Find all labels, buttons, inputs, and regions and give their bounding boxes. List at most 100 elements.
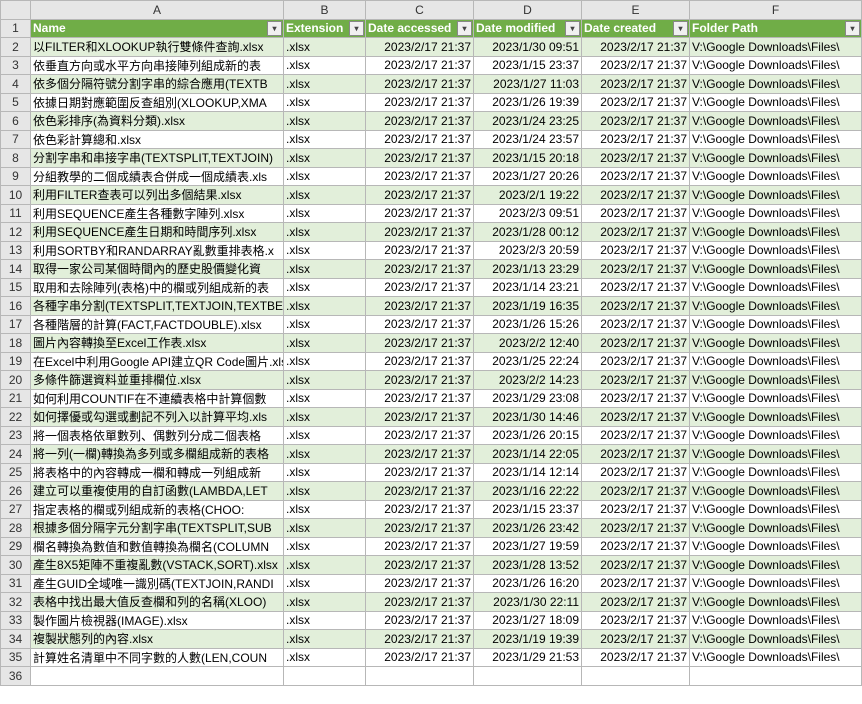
cell[interactable]: 2023/2/17 21:37 bbox=[582, 445, 690, 464]
cell[interactable]: .xlsx bbox=[284, 56, 366, 75]
cell[interactable]: 2023/2/17 21:37 bbox=[366, 278, 474, 297]
cell[interactable]: V:\Google Downloads\Files\ bbox=[690, 574, 862, 593]
row-header-9[interactable]: 9 bbox=[1, 167, 31, 186]
row-header-4[interactable]: 4 bbox=[1, 75, 31, 94]
cell[interactable]: 2023/2/17 21:37 bbox=[366, 426, 474, 445]
column-header-B[interactable]: B bbox=[284, 1, 366, 20]
cell[interactable]: 2023/1/26 23:42 bbox=[474, 519, 582, 538]
cell[interactable]: .xlsx bbox=[284, 75, 366, 94]
filter-dropdown-icon[interactable]: ▾ bbox=[267, 21, 282, 36]
filter-dropdown-icon[interactable]: ▾ bbox=[349, 21, 364, 36]
cell[interactable]: 2023/1/30 09:51 bbox=[474, 38, 582, 57]
cell[interactable]: .xlsx bbox=[284, 611, 366, 630]
cell[interactable]: 2023/2/17 21:37 bbox=[366, 112, 474, 131]
cell[interactable]: V:\Google Downloads\Files\ bbox=[690, 519, 862, 538]
cell[interactable]: 2023/2/17 21:37 bbox=[366, 149, 474, 168]
cell[interactable]: V:\Google Downloads\Files\ bbox=[690, 315, 862, 334]
cell[interactable]: V:\Google Downloads\Files\ bbox=[690, 241, 862, 260]
cell[interactable]: 建立可以重複使用的自訂函數(LAMBDA,LET bbox=[31, 482, 284, 501]
cell[interactable]: 2023/2/17 21:37 bbox=[582, 315, 690, 334]
cell[interactable]: 各種字串分割(TEXTSPLIT,TEXTJOIN,TEXTBE bbox=[31, 297, 284, 316]
cell[interactable]: 2023/2/17 21:37 bbox=[366, 130, 474, 149]
cell[interactable]: 2023/1/27 19:59 bbox=[474, 537, 582, 556]
filter-dropdown-icon[interactable]: ▾ bbox=[565, 21, 580, 36]
cell[interactable]: V:\Google Downloads\Files\ bbox=[690, 537, 862, 556]
cell[interactable]: .xlsx bbox=[284, 352, 366, 371]
cell[interactable]: V:\Google Downloads\Files\ bbox=[690, 223, 862, 242]
cell[interactable]: 2023/1/13 23:29 bbox=[474, 260, 582, 279]
cell[interactable]: 2023/2/17 21:37 bbox=[366, 556, 474, 575]
cell[interactable]: 2023/2/17 21:37 bbox=[582, 334, 690, 353]
cell[interactable]: .xlsx bbox=[284, 334, 366, 353]
cell[interactable]: .xlsx bbox=[284, 426, 366, 445]
table-header-extension[interactable]: Extension▾ bbox=[284, 19, 366, 38]
cell[interactable]: 2023/2/17 21:37 bbox=[582, 278, 690, 297]
cell[interactable]: V:\Google Downloads\Files\ bbox=[690, 75, 862, 94]
select-all-corner[interactable] bbox=[1, 1, 31, 20]
cell[interactable]: .xlsx bbox=[284, 38, 366, 57]
cell[interactable]: V:\Google Downloads\Files\ bbox=[690, 352, 862, 371]
cell[interactable]: 2023/2/17 21:37 bbox=[366, 334, 474, 353]
cell[interactable]: .xlsx bbox=[284, 574, 366, 593]
cell[interactable]: 2023/1/26 16:20 bbox=[474, 574, 582, 593]
cell[interactable]: 2023/2/17 21:37 bbox=[582, 593, 690, 612]
cell[interactable]: 產生8X5矩陣不重複亂數(VSTACK,SORT).xlsx bbox=[31, 556, 284, 575]
row-header-28[interactable]: 28 bbox=[1, 519, 31, 538]
cell[interactable]: 2023/2/17 21:37 bbox=[582, 112, 690, 131]
row-header-18[interactable]: 18 bbox=[1, 334, 31, 353]
cell[interactable]: V:\Google Downloads\Files\ bbox=[690, 482, 862, 501]
cell[interactable]: 2023/2/17 21:37 bbox=[366, 352, 474, 371]
cell[interactable]: .xlsx bbox=[284, 278, 366, 297]
cell[interactable]: .xlsx bbox=[284, 112, 366, 131]
row-header-3[interactable]: 3 bbox=[1, 56, 31, 75]
cell[interactable]: 2023/1/15 23:37 bbox=[474, 500, 582, 519]
column-header-E[interactable]: E bbox=[582, 1, 690, 20]
cell[interactable]: 2023/1/19 16:35 bbox=[474, 297, 582, 316]
cell[interactable]: .xlsx bbox=[284, 167, 366, 186]
cell[interactable]: 2023/2/17 21:37 bbox=[366, 241, 474, 260]
cell[interactable]: .xlsx bbox=[284, 371, 366, 390]
empty-cell[interactable] bbox=[31, 667, 284, 686]
cell[interactable]: 依據日期對應範圍反查組別(XLOOKUP,XMA bbox=[31, 93, 284, 112]
cell[interactable]: 2023/1/28 13:52 bbox=[474, 556, 582, 575]
row-header-15[interactable]: 15 bbox=[1, 278, 31, 297]
cell[interactable]: .xlsx bbox=[284, 186, 366, 205]
row-header-5[interactable]: 5 bbox=[1, 93, 31, 112]
cell[interactable]: V:\Google Downloads\Files\ bbox=[690, 56, 862, 75]
cell[interactable]: V:\Google Downloads\Files\ bbox=[690, 389, 862, 408]
cell[interactable]: .xlsx bbox=[284, 648, 366, 667]
cell[interactable]: 製作圖片檢視器(IMAGE).xlsx bbox=[31, 611, 284, 630]
row-header-27[interactable]: 27 bbox=[1, 500, 31, 519]
cell[interactable]: 2023/2/17 21:37 bbox=[582, 500, 690, 519]
cell[interactable]: .xlsx bbox=[284, 389, 366, 408]
cell[interactable]: 2023/1/30 22:11 bbox=[474, 593, 582, 612]
cell[interactable]: 取用和去除陣列(表格)中的欄或列組成新的表 bbox=[31, 278, 284, 297]
cell[interactable]: V:\Google Downloads\Files\ bbox=[690, 149, 862, 168]
cell[interactable]: 將表格中的內容轉成一欄和轉成一列組成新 bbox=[31, 463, 284, 482]
cell[interactable]: 2023/2/17 21:37 bbox=[366, 648, 474, 667]
cell[interactable]: 以FILTER和XLOOKUP執行雙條件查詢.xlsx bbox=[31, 38, 284, 57]
cell[interactable]: 2023/2/17 21:37 bbox=[582, 241, 690, 260]
cell[interactable]: 產生GUID全域唯一識別碼(TEXTJOIN,RANDI bbox=[31, 574, 284, 593]
cell[interactable]: 2023/2/17 21:37 bbox=[366, 463, 474, 482]
cell[interactable]: V:\Google Downloads\Files\ bbox=[690, 38, 862, 57]
cell[interactable]: 2023/2/17 21:37 bbox=[366, 56, 474, 75]
column-header-D[interactable]: D bbox=[474, 1, 582, 20]
cell[interactable]: 2023/2/17 21:37 bbox=[582, 38, 690, 57]
empty-cell[interactable] bbox=[284, 667, 366, 686]
cell[interactable]: V:\Google Downloads\Files\ bbox=[690, 426, 862, 445]
row-header-32[interactable]: 32 bbox=[1, 593, 31, 612]
cell[interactable]: .xlsx bbox=[284, 630, 366, 649]
empty-cell[interactable] bbox=[690, 667, 862, 686]
row-header-10[interactable]: 10 bbox=[1, 186, 31, 205]
cell[interactable]: 2023/2/17 21:37 bbox=[582, 149, 690, 168]
cell[interactable]: 各種階層的計算(FACT,FACTDOUBLE).xlsx bbox=[31, 315, 284, 334]
cell[interactable]: 2023/2/17 21:37 bbox=[366, 500, 474, 519]
cell[interactable]: 2023/2/17 21:37 bbox=[366, 630, 474, 649]
cell[interactable]: 2023/2/17 21:37 bbox=[582, 93, 690, 112]
cell[interactable]: 2023/2/17 21:37 bbox=[366, 38, 474, 57]
cell[interactable]: 在Excel中利用Google API建立QR Code圖片.xls bbox=[31, 352, 284, 371]
cell[interactable]: 2023/1/19 19:39 bbox=[474, 630, 582, 649]
row-header-16[interactable]: 16 bbox=[1, 297, 31, 316]
cell[interactable]: 根據多個分隔字元分割字串(TEXTSPLIT,SUB bbox=[31, 519, 284, 538]
